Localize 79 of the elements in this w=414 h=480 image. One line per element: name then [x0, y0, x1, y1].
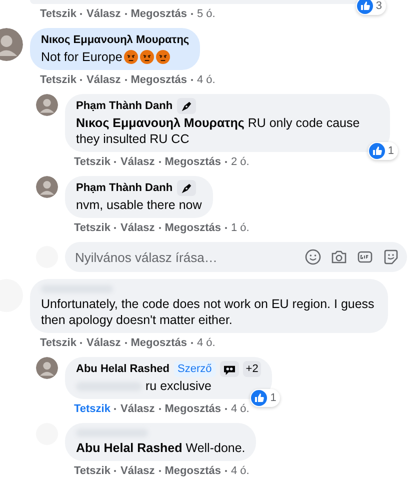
separator-dot	[114, 161, 116, 163]
separator-dot	[224, 470, 227, 472]
action-link[interactable]: Megosztás	[164, 156, 221, 168]
like-count[interactable]: 1	[368, 142, 398, 160]
sticker-icon[interactable]	[383, 249, 399, 265]
separator-dot	[124, 342, 127, 344]
timestamp[interactable]: 1 ó.	[230, 222, 250, 234]
gif-icon[interactable]	[357, 249, 373, 265]
separator-dot	[80, 13, 82, 15]
timestamp[interactable]: 4 ó.	[196, 74, 216, 86]
action-link[interactable]: Megosztás	[164, 465, 221, 477]
avatar[interactable]	[36, 176, 58, 198]
like-icon	[368, 143, 385, 159]
action-link[interactable]: Megosztás	[130, 8, 187, 20]
separator-dot	[190, 79, 193, 81]
author-name[interactable]: Phạm Thành Danh	[76, 100, 173, 112]
like-link[interactable]: Tetszik	[74, 465, 110, 477]
camera-icon[interactable]	[331, 249, 347, 265]
action-link[interactable]: Válasz	[120, 156, 155, 168]
timestamp[interactable]: 5 ó.	[196, 8, 216, 20]
action-link[interactable]: Megosztás	[164, 403, 221, 415]
like-icon	[251, 390, 268, 406]
angry-emoji-icon	[156, 50, 170, 64]
avatar[interactable]	[36, 357, 58, 379]
separator-dot	[114, 408, 116, 410]
action-link[interactable]: Megosztás	[130, 337, 187, 349]
action-link[interactable]: Válasz	[86, 74, 121, 86]
separator-dot	[80, 342, 82, 344]
action-link[interactable]: Válasz	[86, 8, 121, 20]
author-name[interactable]: Νικος Εμμανουηλ Μουρατης	[41, 34, 190, 46]
separator-dot	[190, 13, 193, 15]
timestamp[interactable]: 4 ó.	[230, 465, 250, 477]
separator-dot	[114, 227, 116, 229]
separator-dot	[124, 79, 127, 81]
separator-dot	[224, 161, 227, 163]
timestamp[interactable]: 4 ó.	[196, 337, 216, 349]
separator-dot	[158, 408, 161, 410]
comment-text: Abu Helal Rashed Well-done.	[76, 440, 246, 456]
comment-text: Νικος Εμμανουηλ Μουρατης RU only code cause they insulted RU CC	[76, 115, 361, 147]
separator-dot	[224, 227, 227, 229]
like-link[interactable]: Tetszik	[40, 8, 76, 20]
comment-text: Not for Europe	[41, 49, 190, 65]
separator-dot	[124, 13, 127, 15]
comment-text: Unfortunately, the code does not work on EU region. I guess then apology doesn't matter either.	[41, 296, 376, 328]
comment-text: nvm, usable there now	[76, 197, 202, 213]
separator-dot	[224, 408, 227, 410]
like-count[interactable]: 1	[250, 389, 280, 407]
pen-icon	[176, 180, 196, 196]
reply-input-field[interactable]: Nyilvános válasz írása…	[65, 242, 407, 272]
separator-dot	[158, 470, 161, 472]
author-badge: Szerző	[174, 361, 216, 377]
badge-count[interactable]: +2	[242, 361, 262, 377]
separator-dot	[158, 161, 161, 163]
like-link[interactable]: Tetszik	[74, 222, 110, 234]
like-link[interactable]: Tetszik	[74, 403, 110, 415]
action-link[interactable]: Megosztás	[130, 74, 187, 86]
action-link[interactable]: Válasz	[120, 465, 155, 477]
action-link[interactable]: Válasz	[120, 403, 155, 415]
separator-dot	[80, 79, 82, 81]
angry-emoji-icon	[140, 50, 154, 64]
like-link[interactable]: Tetszik	[74, 156, 110, 168]
angry-emoji-icon	[124, 50, 138, 64]
action-link[interactable]: Megosztás	[164, 222, 221, 234]
timestamp[interactable]: 4 ó.	[230, 403, 250, 415]
like-link[interactable]: Tetszik	[40, 337, 76, 349]
separator-dot	[190, 342, 193, 344]
like-count[interactable]: 3	[356, 0, 386, 15]
pen-icon	[176, 98, 196, 114]
action-link[interactable]: Válasz	[86, 337, 121, 349]
separator-dot	[158, 227, 161, 229]
like-link[interactable]: Tetszik	[40, 74, 76, 86]
author-name[interactable]: Abu Helal Rashed	[76, 363, 170, 375]
action-link[interactable]: Válasz	[120, 222, 155, 234]
chat-icon	[220, 361, 239, 377]
emoji-icon[interactable]	[305, 249, 321, 265]
avatar[interactable]	[36, 94, 58, 116]
author-name[interactable]: Phạm Thành Danh	[76, 182, 173, 194]
timestamp[interactable]: 2 ó.	[230, 156, 250, 168]
separator-dot	[114, 470, 116, 472]
